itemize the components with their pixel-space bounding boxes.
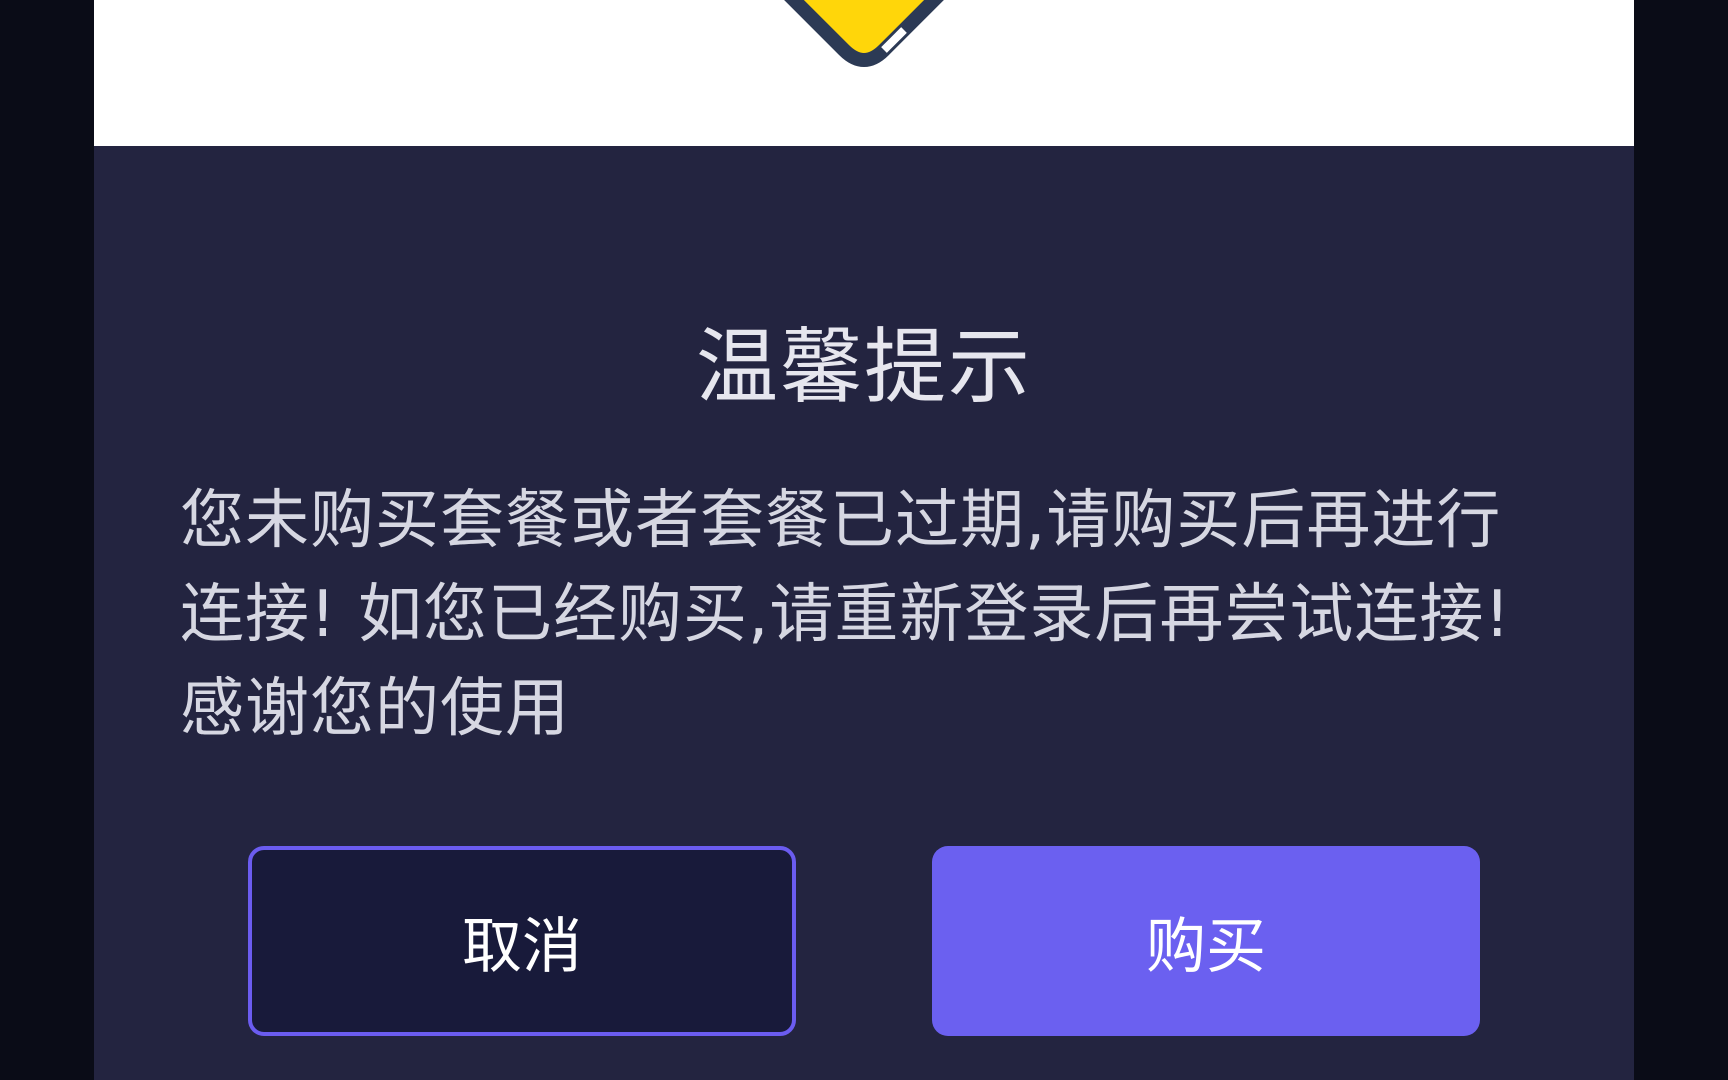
app-screen: 温馨提示 您未购买套餐或者套餐已过期,请购买后再进行连接! 如您已经购买,请重新… [0,0,1728,1080]
buy-button-label: 购买 [1146,911,1266,982]
buy-button[interactable]: 购买 [932,846,1480,1036]
cancel-button-label: 取消 [462,911,582,982]
warning-icon [784,0,944,67]
dialog-title: 温馨提示 [695,320,1032,415]
dialog-message: 您未购买套餐或者套餐已过期,请购买后再进行连接! 如您已经购买,请重新登录后再尝… [180,484,1511,746]
alert-dialog: 温馨提示 您未购买套餐或者套餐已过期,请购买后再进行连接! 如您已经购买,请重新… [94,0,1634,1080]
dialog-header [94,0,1634,146]
cancel-button[interactable]: 取消 [248,846,796,1036]
